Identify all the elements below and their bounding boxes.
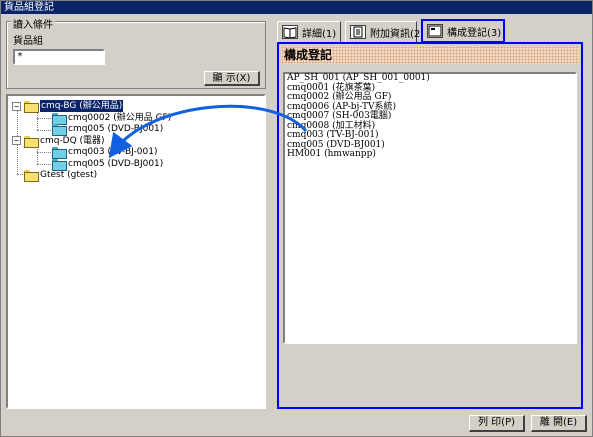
annotation-arrow	[108, 104, 308, 159]
main-window: 貨品組登記 讀入條件 貨品組 * 顯 示(X) − cmq-BG (辦公用品) cm…	[0, 0, 593, 437]
